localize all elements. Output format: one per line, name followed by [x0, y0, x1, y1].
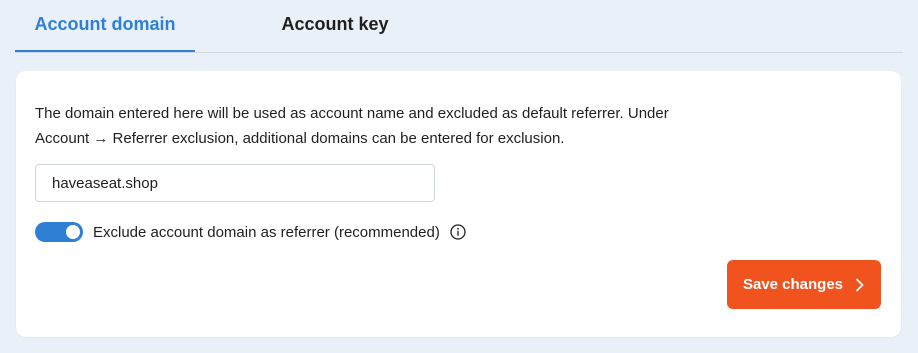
chevron-right-icon	[855, 278, 865, 292]
info-icon[interactable]	[450, 224, 466, 240]
tab-account-domain[interactable]: Account domain	[15, 0, 195, 52]
exclude-referrer-label: Exclude account domain as referrer (reco…	[93, 223, 440, 241]
description-line-2: Account → Referrer exclusion, additional…	[35, 130, 565, 147]
domain-input[interactable]	[35, 164, 435, 202]
account-domain-card: The domain entered here will be used as …	[16, 71, 901, 337]
save-changes-label: Save changes	[742, 276, 844, 293]
tab-bar: Account domain Account key	[15, 0, 903, 53]
description-line-1: The domain entered here will be used as …	[35, 105, 669, 122]
toggle-knob	[66, 225, 80, 239]
exclude-referrer-toggle[interactable]	[35, 222, 83, 242]
description-text: The domain entered here will be used as …	[35, 101, 735, 151]
tab-account-key[interactable]: Account key	[245, 0, 425, 50]
save-changes-button[interactable]: Save changes	[727, 260, 881, 309]
exclude-referrer-row: Exclude account domain as referrer (reco…	[35, 221, 466, 243]
